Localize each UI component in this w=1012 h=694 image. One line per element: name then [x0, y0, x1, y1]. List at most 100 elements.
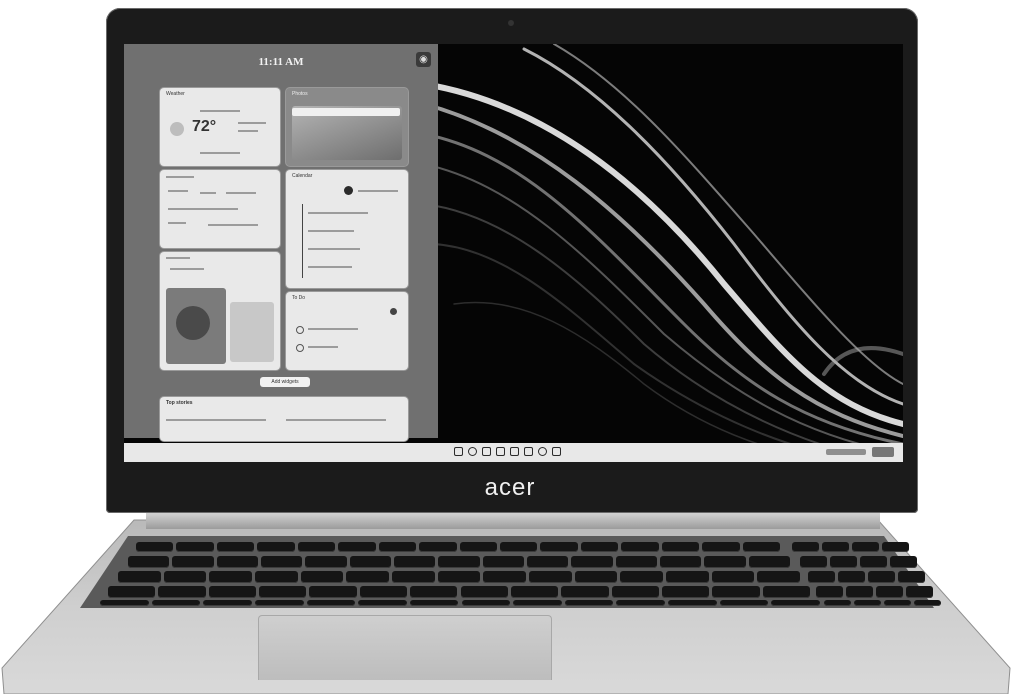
file-explorer-icon[interactable] [524, 447, 533, 456]
start-icon[interactable] [454, 447, 463, 456]
top-stories-widget[interactable]: Top stories [160, 397, 408, 441]
key[interactable] [128, 556, 170, 568]
add-widgets-button[interactable]: Add widgets [260, 377, 310, 387]
key[interactable] [621, 542, 659, 552]
key[interactable] [158, 586, 206, 598]
key[interactable] [409, 600, 459, 606]
key[interactable] [660, 556, 702, 568]
key[interactable] [297, 542, 336, 552]
key[interactable] [151, 600, 201, 606]
key[interactable] [163, 571, 207, 583]
key[interactable] [172, 556, 214, 568]
numpad-key[interactable] [853, 600, 881, 606]
numpad-key[interactable] [822, 542, 849, 552]
key[interactable] [459, 542, 497, 552]
numpad-key[interactable] [846, 586, 874, 598]
key[interactable] [259, 586, 307, 598]
key[interactable] [394, 556, 436, 568]
numpad-key[interactable] [906, 586, 934, 598]
numpad-key[interactable] [913, 600, 941, 606]
key[interactable] [100, 600, 149, 606]
numpad-key[interactable] [852, 542, 879, 552]
key[interactable] [305, 556, 347, 568]
key[interactable] [561, 586, 609, 598]
key[interactable] [309, 586, 357, 598]
key[interactable] [499, 542, 538, 552]
profile-icon[interactable]: ◉ [416, 52, 431, 67]
key[interactable] [510, 586, 559, 598]
numpad-key[interactable] [829, 556, 857, 568]
key[interactable] [208, 586, 257, 598]
key[interactable] [410, 586, 458, 598]
key[interactable] [136, 542, 174, 552]
key[interactable] [748, 556, 790, 568]
store-icon[interactable] [552, 447, 561, 456]
key[interactable] [742, 542, 780, 552]
numpad-key[interactable] [823, 600, 851, 606]
key[interactable] [358, 600, 407, 606]
numpad-key[interactable] [799, 556, 827, 568]
key[interactable] [346, 571, 389, 583]
key[interactable] [580, 542, 619, 552]
key[interactable] [574, 571, 618, 583]
photo-collage-widget[interactable] [160, 252, 280, 370]
key[interactable] [392, 571, 435, 583]
key[interactable] [611, 586, 659, 598]
numpad-key[interactable] [792, 542, 819, 552]
watchlist-widget[interactable] [160, 170, 280, 248]
key[interactable] [771, 600, 820, 606]
key[interactable] [216, 542, 255, 552]
key[interactable] [762, 586, 810, 598]
numpad-key[interactable] [867, 571, 895, 583]
touchpad[interactable] [258, 615, 552, 680]
edge-icon[interactable] [538, 447, 547, 456]
key[interactable] [349, 556, 391, 568]
key[interactable] [719, 600, 769, 606]
key[interactable] [704, 556, 746, 568]
calendar-widget[interactable]: Calendar [286, 170, 408, 288]
key[interactable] [564, 600, 614, 606]
key[interactable] [176, 542, 214, 552]
key[interactable] [661, 542, 700, 552]
key[interactable] [757, 571, 800, 583]
numpad-key[interactable] [889, 556, 917, 568]
key[interactable] [712, 586, 760, 598]
key[interactable] [306, 600, 356, 606]
key[interactable] [419, 542, 457, 552]
key[interactable] [437, 571, 481, 583]
key[interactable] [359, 586, 408, 598]
key[interactable] [620, 571, 663, 583]
key[interactable] [254, 600, 304, 606]
numpad-key[interactable] [807, 571, 835, 583]
taskbar-clock[interactable] [872, 447, 894, 457]
key[interactable] [529, 571, 572, 583]
key[interactable] [615, 556, 657, 568]
key[interactable] [261, 556, 303, 568]
key[interactable] [711, 571, 755, 583]
key[interactable] [216, 556, 258, 568]
system-tray[interactable] [826, 449, 866, 455]
key[interactable] [661, 586, 710, 598]
key[interactable] [668, 600, 717, 606]
key[interactable] [616, 600, 666, 606]
widgets-icon[interactable] [496, 447, 505, 456]
key[interactable] [483, 571, 526, 583]
numpad-key[interactable] [816, 586, 844, 598]
key[interactable] [438, 556, 480, 568]
numpad-key[interactable] [897, 571, 925, 583]
key[interactable] [209, 571, 252, 583]
key[interactable] [203, 600, 252, 606]
key[interactable] [527, 556, 569, 568]
key[interactable] [513, 600, 562, 606]
key[interactable] [461, 600, 511, 606]
key[interactable] [666, 571, 709, 583]
numpad-key[interactable] [883, 600, 911, 606]
key[interactable] [571, 556, 613, 568]
key[interactable] [460, 586, 508, 598]
task-view-icon[interactable] [482, 447, 491, 456]
key[interactable] [257, 542, 295, 552]
key[interactable] [702, 542, 740, 552]
search-icon[interactable] [468, 447, 477, 456]
weather-widget[interactable]: Weather 72° [160, 88, 280, 166]
numpad-key[interactable] [837, 571, 865, 583]
